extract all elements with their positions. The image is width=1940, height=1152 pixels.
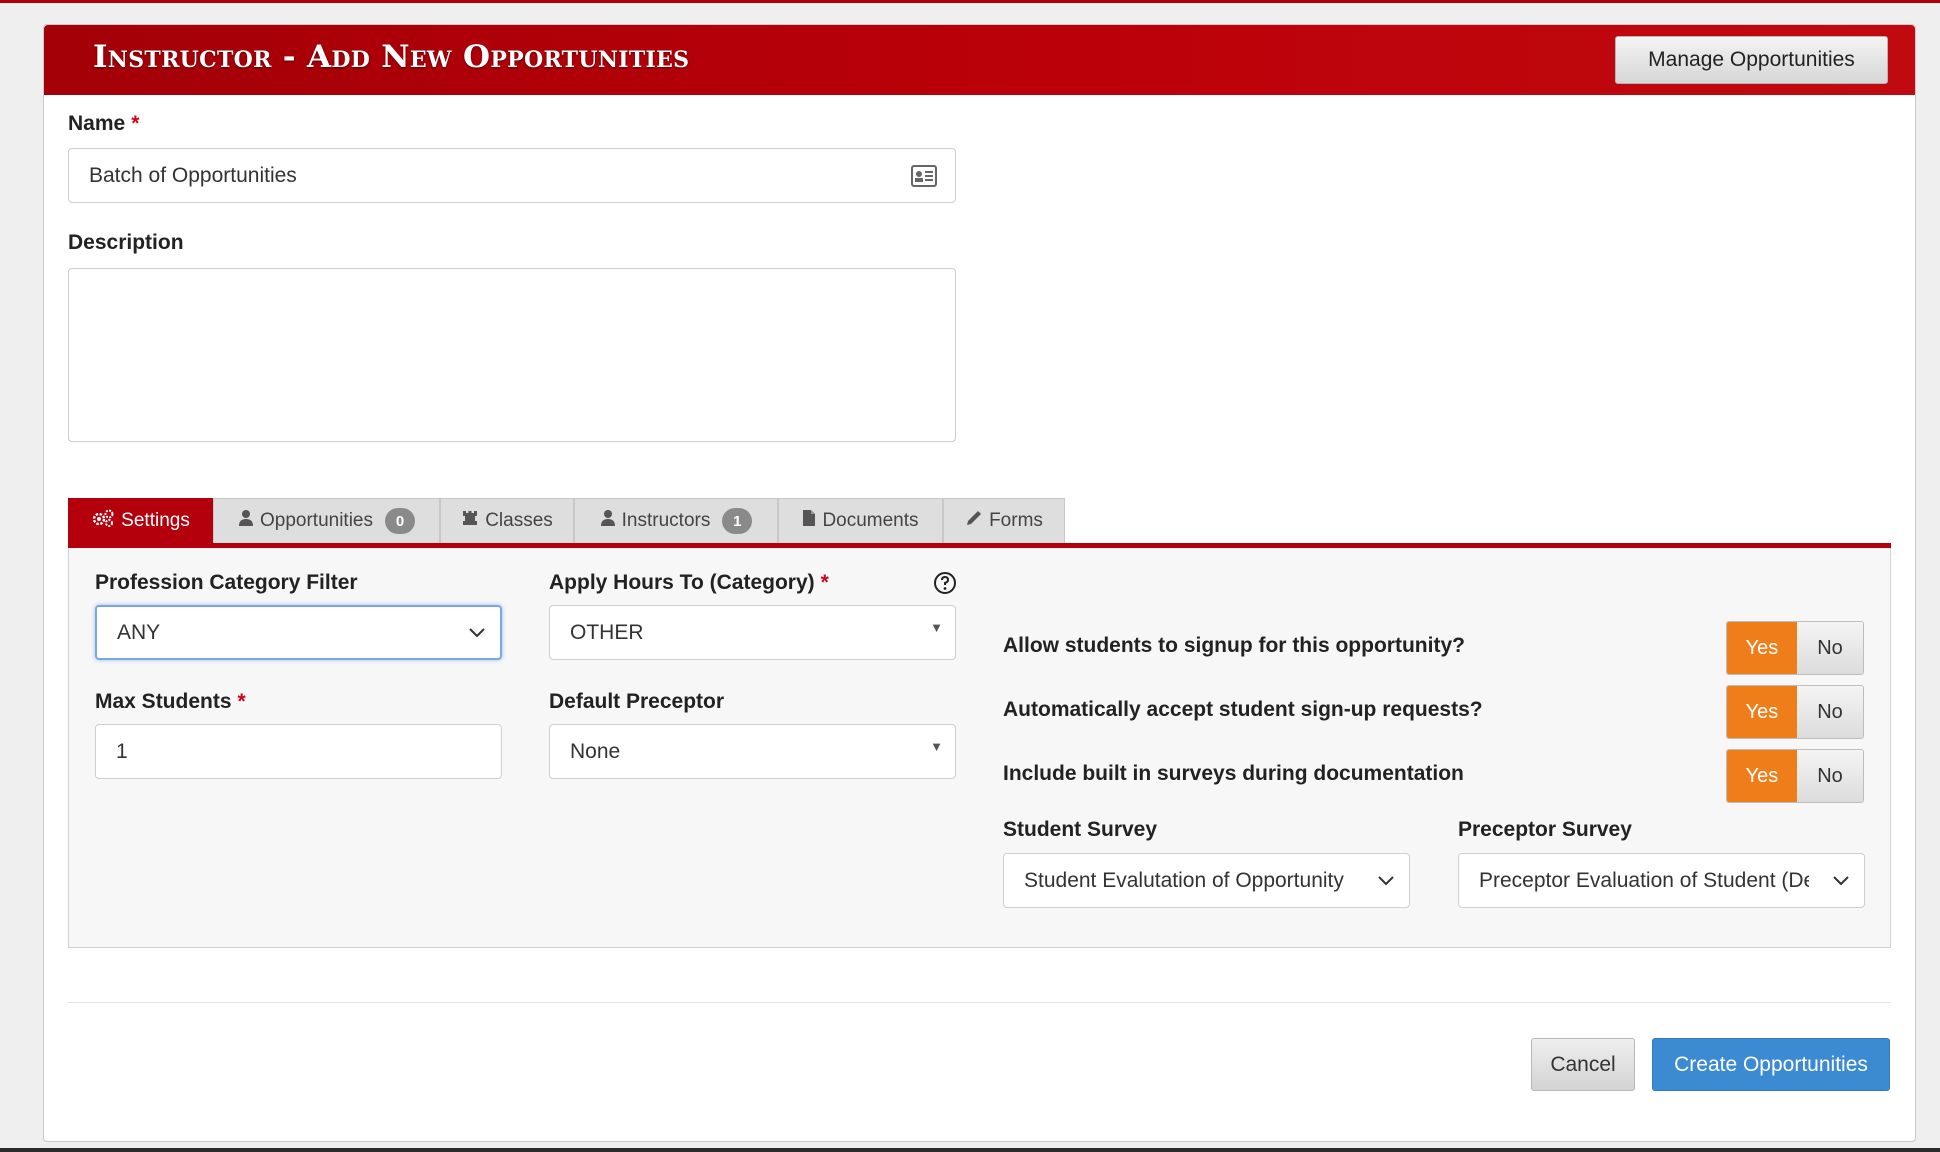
caret-down-icon: ▼ xyxy=(930,739,943,754)
tab-classes[interactable]: Classes xyxy=(440,498,574,543)
top-accent-line xyxy=(0,0,1940,3)
description-textarea[interactable] xyxy=(68,268,956,442)
count-badge: 1 xyxy=(722,508,753,534)
tab-label: Settings xyxy=(121,510,190,531)
allow-signup-toggle[interactable]: Yes No xyxy=(1726,621,1864,675)
include-surveys-question: Include built in surveys during document… xyxy=(1003,762,1464,785)
chevron-down-icon xyxy=(468,621,486,645)
user-icon xyxy=(238,509,254,533)
no-option[interactable]: No xyxy=(1797,686,1863,738)
name-label: Name * xyxy=(68,112,139,136)
user-icon xyxy=(600,509,616,533)
default-preceptor-select[interactable]: None ▼ xyxy=(549,724,956,779)
manage-opportunities-button[interactable]: Manage Opportunities xyxy=(1615,36,1888,84)
allow-signup-question: Allow students to signup for this opport… xyxy=(1003,634,1465,657)
tab-label: Opportunities xyxy=(259,510,373,531)
required-mark: * xyxy=(237,690,246,713)
settings-tab-content: Profession Category Filter ANY Apply Hou… xyxy=(68,548,1891,948)
profession-filter-label: Profession Category Filter xyxy=(95,571,358,594)
chevron-down-icon xyxy=(1826,868,1850,893)
bottom-edge-line xyxy=(0,1148,1940,1152)
include-surveys-toggle[interactable]: Yes No xyxy=(1726,749,1864,803)
profession-filter-value: ANY xyxy=(117,620,161,644)
tab-settings[interactable]: Settings xyxy=(68,498,213,543)
chess-rook-icon xyxy=(461,509,479,533)
default-preceptor-value: None xyxy=(570,739,621,763)
page-title: Instructor - Add New Opportunities xyxy=(93,39,690,75)
preceptor-survey-value: Preceptor Evaluation of Student (De xyxy=(1479,868,1809,892)
count-badge: 0 xyxy=(385,508,415,534)
tab-label: Documents xyxy=(822,510,919,531)
student-survey-value: Student Evalutation of Opportunity xyxy=(1024,868,1344,892)
create-opportunities-button[interactable]: Create Opportunities xyxy=(1652,1038,1890,1091)
auto-accept-question: Automatically accept student sign-up req… xyxy=(1003,698,1483,721)
yes-option[interactable]: Yes xyxy=(1727,622,1797,674)
apply-hours-value: OTHER xyxy=(570,620,644,644)
footer-divider xyxy=(68,1002,1891,1003)
contact-card-icon xyxy=(911,165,937,193)
default-preceptor-label: Default Preceptor xyxy=(549,690,725,713)
chevron-down-icon xyxy=(1377,869,1395,893)
tab-documents[interactable]: Documents xyxy=(778,498,943,543)
cancel-button[interactable]: Cancel xyxy=(1531,1038,1635,1091)
description-label: Description xyxy=(68,231,184,254)
preceptor-survey-label: Preceptor Survey xyxy=(1458,818,1632,841)
file-icon xyxy=(802,509,816,533)
student-survey-label: Student Survey xyxy=(1003,818,1158,841)
max-students-value: 1 xyxy=(116,739,128,763)
yes-option[interactable]: Yes xyxy=(1727,686,1797,738)
caret-down-icon: ▼ xyxy=(930,620,943,635)
name-input-value: Batch of Opportunities xyxy=(89,163,297,187)
tab-opportunities[interactable]: Opportunities 0 xyxy=(213,498,440,543)
name-label-text: Name xyxy=(68,112,126,135)
tab-label: Classes xyxy=(485,510,553,531)
student-survey-select[interactable]: Student Evalutation of Opportunity xyxy=(1003,853,1410,908)
gears-icon xyxy=(91,508,115,534)
pencil-icon xyxy=(965,509,983,533)
tab-instructors[interactable]: Instructors 1 xyxy=(574,498,778,543)
required-mark: * xyxy=(131,112,140,135)
profession-filter-select[interactable]: ANY xyxy=(95,605,502,660)
apply-hours-select[interactable]: OTHER ▼ xyxy=(549,605,956,660)
name-input[interactable]: Batch of Opportunities xyxy=(68,148,956,203)
max-students-input[interactable]: 1 xyxy=(95,724,502,779)
tab-label: Instructors xyxy=(621,510,711,531)
max-students-label: Max Students * xyxy=(95,690,246,714)
yes-option[interactable]: Yes xyxy=(1727,750,1797,802)
no-option[interactable]: No xyxy=(1797,622,1863,674)
apply-hours-label-text: Apply Hours To (Category) xyxy=(549,571,815,594)
max-students-label-text: Max Students xyxy=(95,690,232,713)
required-mark: * xyxy=(820,571,829,594)
panel-header: Instructor - Add New Opportunities Manag… xyxy=(44,25,1915,95)
auto-accept-toggle[interactable]: Yes No xyxy=(1726,685,1864,739)
add-opportunities-panel: Instructor - Add New Opportunities Manag… xyxy=(43,24,1916,1142)
apply-hours-label: Apply Hours To (Category) * xyxy=(549,571,829,595)
preceptor-survey-select[interactable]: Preceptor Evaluation of Student (De xyxy=(1458,853,1865,908)
tab-forms[interactable]: Forms xyxy=(943,498,1065,543)
tab-label: Forms xyxy=(989,510,1043,531)
no-option[interactable]: No xyxy=(1797,750,1863,802)
help-circle-icon[interactable] xyxy=(933,571,957,600)
